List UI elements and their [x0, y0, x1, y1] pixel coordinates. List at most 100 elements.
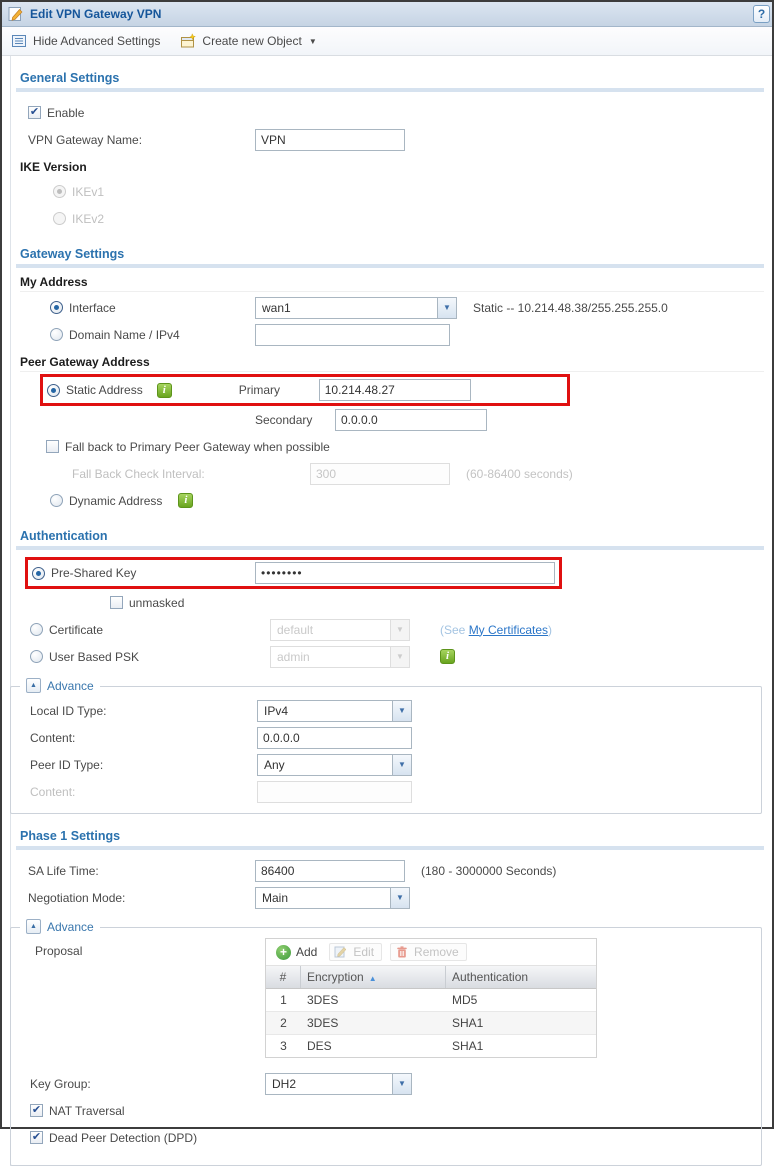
- interface-label: Interface: [69, 301, 255, 315]
- unmasked-checkbox[interactable]: ✔: [110, 596, 123, 609]
- fallback-interval-label: Fall Back Check Interval:: [72, 467, 310, 481]
- negotiation-mode-label: Negotiation Mode:: [28, 891, 255, 905]
- domain-name-radio[interactable]: [50, 328, 63, 341]
- interface-select[interactable]: wan1 ▼: [255, 297, 457, 319]
- column-header-encryption[interactable]: Encryption▲: [301, 966, 446, 988]
- table-row[interactable]: 1 3DES MD5: [266, 989, 596, 1012]
- key-group-select[interactable]: DH2 ▼: [265, 1073, 412, 1095]
- negotiation-mode-value: Main: [256, 888, 390, 908]
- local-content-input[interactable]: [257, 727, 412, 749]
- certificate-row: Certificate default ▼ (See My Certificat…: [30, 616, 764, 643]
- dpd-label: Dead Peer Detection (DPD): [49, 1131, 197, 1145]
- static-address-label: Static Address: [66, 383, 143, 397]
- chevron-down-icon: ▼: [392, 1074, 411, 1094]
- fallback-interval-hint: (60-86400 seconds): [466, 467, 573, 481]
- ikev1-row: IKEv1: [53, 178, 764, 205]
- my-address-header: My Address: [20, 275, 764, 292]
- enable-checkbox[interactable]: ✔: [28, 106, 41, 119]
- interface-select-value: wan1: [256, 298, 437, 318]
- dpd-row: ✔ Dead Peer Detection (DPD): [30, 1124, 761, 1151]
- sa-life-time-input[interactable]: [255, 860, 405, 882]
- add-button[interactable]: + Add: [272, 944, 321, 961]
- pre-shared-key-highlight: Pre-Shared Key: [25, 557, 562, 589]
- peer-gateway-address-header: Peer Gateway Address: [20, 355, 764, 372]
- dialog-content: General Settings ✔ Enable VPN Gateway Na…: [10, 56, 772, 1166]
- section-divider: [16, 546, 764, 550]
- hide-advanced-settings-button[interactable]: Hide Advanced Settings: [11, 33, 160, 49]
- hide-advanced-settings-label: Hide Advanced Settings: [33, 34, 160, 48]
- vpn-gateway-name-input[interactable]: [255, 129, 405, 151]
- dpd-checkbox[interactable]: ✔: [30, 1131, 43, 1144]
- chevron-down-icon: ▼: [309, 37, 317, 46]
- sa-life-time-hint: (180 - 3000000 Seconds): [421, 864, 556, 878]
- info-icon[interactable]: i: [178, 493, 193, 508]
- dialog-title: Edit VPN Gateway VPN: [30, 7, 161, 21]
- peer-content-row: Content:: [30, 778, 761, 805]
- table-row[interactable]: 2 3DES SHA1: [266, 1012, 596, 1035]
- fallback-interval-row: Fall Back Check Interval: (60-86400 seco…: [72, 460, 764, 487]
- local-content-label: Content:: [30, 731, 257, 745]
- trash-icon: [395, 945, 409, 959]
- negotiation-mode-select[interactable]: Main ▼: [255, 887, 410, 909]
- peer-id-type-row: Peer ID Type: Any ▼: [30, 751, 761, 778]
- domain-name-row: Domain Name / IPv4: [50, 321, 764, 348]
- table-row[interactable]: 3 DES SHA1: [266, 1035, 596, 1057]
- collapse-icon[interactable]: ▲: [26, 919, 41, 934]
- peer-id-type-select[interactable]: Any ▼: [257, 754, 412, 776]
- column-header-authentication[interactable]: Authentication: [446, 966, 596, 988]
- static-address-row: Static Address i Primary: [40, 374, 764, 406]
- proposal-table-toolbar: + Add Edit R: [266, 939, 596, 966]
- user-based-psk-radio[interactable]: [30, 650, 43, 663]
- ikev2-radio[interactable]: [53, 212, 66, 225]
- secondary-address-input[interactable]: [335, 409, 487, 431]
- create-new-object-button[interactable]: Create new Object ▼: [180, 33, 316, 49]
- certificate-select[interactable]: default ▼: [270, 619, 410, 641]
- interface-static-info: Static -- 10.214.48.38/255.255.255.0: [473, 301, 668, 315]
- interface-radio[interactable]: [50, 301, 63, 314]
- phase1-settings-header: Phase 1 Settings: [20, 829, 764, 843]
- secondary-label: Secondary: [255, 413, 335, 427]
- enable-label: Enable: [47, 106, 84, 120]
- gateway-settings-header: Gateway Settings: [20, 247, 764, 261]
- chevron-down-icon: ▼: [390, 620, 409, 640]
- primary-label: Primary: [239, 383, 319, 397]
- pre-shared-key-radio[interactable]: [32, 567, 45, 580]
- key-group-value: DH2: [266, 1074, 392, 1094]
- remove-button[interactable]: Remove: [390, 943, 467, 961]
- create-object-icon: [180, 33, 196, 49]
- domain-name-input[interactable]: [255, 324, 450, 346]
- info-icon[interactable]: i: [440, 649, 455, 664]
- section-divider: [16, 846, 764, 850]
- user-based-psk-select[interactable]: admin ▼: [270, 646, 410, 668]
- edit-button[interactable]: Edit: [329, 943, 382, 961]
- help-button[interactable]: ?: [753, 5, 770, 23]
- certificate-see-note: (See My Certificates): [440, 623, 552, 637]
- nat-traversal-checkbox[interactable]: ✔: [30, 1104, 43, 1117]
- nat-traversal-label: NAT Traversal: [49, 1104, 125, 1118]
- proposal-table-header: # Encryption▲ Authentication: [266, 966, 596, 989]
- certificate-radio[interactable]: [30, 623, 43, 636]
- column-header-num: #: [266, 966, 301, 988]
- dynamic-address-radio[interactable]: [50, 494, 63, 507]
- unmasked-label: unmasked: [129, 596, 184, 610]
- ike-version-header: IKE Version: [20, 160, 184, 176]
- section-divider: [16, 264, 764, 268]
- primary-address-input[interactable]: [319, 379, 471, 401]
- collapse-icon[interactable]: ▲: [26, 678, 41, 693]
- ikev2-row: IKEv2: [53, 205, 764, 232]
- info-icon[interactable]: i: [157, 383, 172, 398]
- ikev1-radio[interactable]: [53, 185, 66, 198]
- local-id-type-select[interactable]: IPv4 ▼: [257, 700, 412, 722]
- static-address-radio[interactable]: [47, 384, 60, 397]
- ikev1-label: IKEv1: [72, 185, 104, 199]
- pre-shared-key-input[interactable]: [255, 562, 555, 584]
- my-certificates-link[interactable]: My Certificates: [469, 623, 548, 637]
- fallback-checkbox[interactable]: ✔: [46, 440, 59, 453]
- fallback-row: ✔ Fall back to Primary Peer Gateway when…: [46, 433, 764, 460]
- sa-life-time-row: SA Life Time: (180 - 3000000 Seconds): [28, 857, 764, 884]
- peer-content-input[interactable]: [257, 781, 412, 803]
- fallback-interval-input[interactable]: [310, 463, 450, 485]
- proposal-row: Proposal + Add Edit: [35, 938, 761, 1058]
- secondary-address-row: Secondary: [255, 406, 764, 433]
- vpn-gateway-name-row: VPN Gateway Name:: [28, 126, 764, 153]
